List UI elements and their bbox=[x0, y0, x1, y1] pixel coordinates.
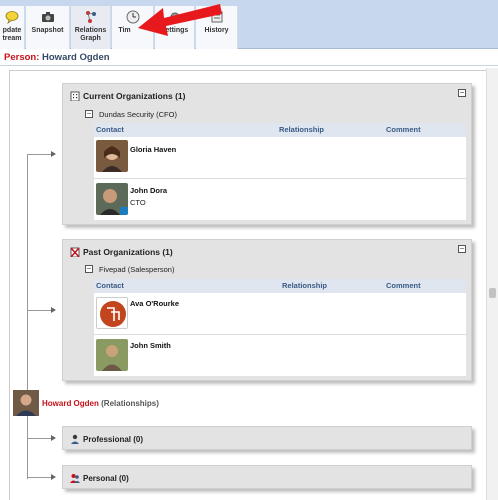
scrollbar-thumb[interactable] bbox=[489, 288, 496, 298]
personal-group[interactable]: Personal (0) bbox=[62, 465, 472, 489]
relationships-person-name[interactable]: Howard Ogden bbox=[42, 399, 99, 408]
avatar bbox=[96, 297, 128, 329]
people-icon bbox=[70, 474, 80, 483]
col-contact: Contact bbox=[96, 125, 124, 134]
col-comment: Comment bbox=[386, 281, 421, 290]
contact-title: CTO bbox=[130, 198, 146, 207]
building-icon bbox=[70, 91, 80, 101]
collapse-current-button[interactable]: − bbox=[458, 89, 466, 97]
table-row[interactable]: John Smith bbox=[94, 336, 466, 376]
past-organizations-panel: Past Organizations (1) − − Fivepad (Sale… bbox=[62, 239, 472, 381]
speech-bubble-icon bbox=[5, 11, 19, 24]
table-row[interactable]: Gloria Haven bbox=[94, 137, 466, 179]
top-toolbar: pdate tream Snapshot Relations Graph Tim… bbox=[0, 0, 498, 49]
table-row[interactable]: Ava O'Rourke bbox=[94, 293, 466, 335]
past-contacts-table: Contact Relationship Comment Ava O'Rourk… bbox=[94, 279, 466, 376]
relations-label-1: Relations bbox=[74, 27, 107, 34]
red-pointer-arrow-icon bbox=[138, 4, 222, 36]
person-header: Person: Howard Ogden bbox=[0, 50, 498, 66]
collapse-dundas-button[interactable]: − bbox=[85, 110, 93, 118]
snapshot-button[interactable]: Snapshot bbox=[26, 6, 70, 49]
connector-arrow-icon bbox=[51, 307, 56, 313]
relationships-label: Howard Ogden (Relationships) bbox=[42, 399, 159, 408]
connector-arrow-icon bbox=[51, 151, 56, 157]
connector-past bbox=[27, 310, 53, 311]
connector-arrow-icon bbox=[51, 474, 56, 480]
avatar bbox=[96, 339, 128, 371]
org-name: Dundas Security (CFO) bbox=[99, 110, 177, 119]
avatar bbox=[96, 140, 128, 172]
table-header: Contact Relationship Comment bbox=[94, 123, 466, 137]
current-organizations-panel: Current Organizations (1) − − Dundas Sec… bbox=[62, 83, 472, 225]
update-stream-button[interactable]: pdate tream bbox=[0, 6, 25, 49]
contact-name[interactable]: John Smith bbox=[130, 341, 171, 350]
col-contact: Contact bbox=[96, 281, 124, 290]
camera-icon bbox=[41, 12, 54, 22]
relations-graph-icon bbox=[85, 11, 96, 23]
past-organizations-title: Past Organizations (1) bbox=[83, 247, 173, 257]
vertical-scrollbar[interactable] bbox=[486, 68, 498, 500]
collapse-past-button[interactable]: − bbox=[458, 245, 466, 253]
connector-vertical bbox=[27, 154, 28, 479]
current-contacts-table: Contact Relationship Comment Gloria Have… bbox=[94, 123, 466, 220]
table-header: Contact Relationship Comment bbox=[94, 279, 466, 293]
person-name: Howard Ogden bbox=[42, 52, 110, 63]
collapse-fivepad-button[interactable]: − bbox=[85, 265, 93, 273]
relationships-suffix: (Relationships) bbox=[101, 399, 159, 408]
current-organizations-title: Current Organizations (1) bbox=[83, 91, 186, 101]
contact-name[interactable]: Gloria Haven bbox=[130, 145, 176, 154]
business-person-icon bbox=[71, 434, 79, 444]
connector-current bbox=[27, 154, 53, 155]
col-relationship: Relationship bbox=[279, 125, 325, 134]
org-name: Fivepad (Salesperson) bbox=[99, 265, 175, 274]
connector-arrow-icon bbox=[51, 435, 56, 441]
col-comment: Comment bbox=[386, 125, 421, 134]
person-label: Person: bbox=[4, 52, 40, 63]
personal-label: Personal (0) bbox=[83, 474, 129, 483]
connector-professional bbox=[27, 438, 53, 439]
contact-name[interactable]: John Dora bbox=[130, 186, 167, 195]
professional-label: Professional (0) bbox=[83, 435, 144, 444]
connector-personal bbox=[27, 477, 53, 478]
professional-group[interactable]: Professional (0) bbox=[62, 426, 472, 450]
avatar bbox=[96, 183, 128, 215]
table-row[interactable]: John Dora CTO bbox=[94, 180, 466, 220]
relations-label-2: Graph bbox=[80, 35, 101, 42]
building-removed-icon bbox=[70, 247, 80, 257]
col-relationship: Relationship bbox=[282, 281, 328, 290]
relations-graph-button[interactable]: Relations Graph bbox=[71, 6, 111, 49]
avatar bbox=[13, 390, 39, 416]
contact-name[interactable]: Ava O'Rourke bbox=[130, 299, 179, 308]
snapshot-label: Snapshot bbox=[31, 27, 64, 34]
update-stream-label-2: tream bbox=[2, 35, 22, 42]
update-stream-label-1: pdate bbox=[2, 27, 22, 34]
